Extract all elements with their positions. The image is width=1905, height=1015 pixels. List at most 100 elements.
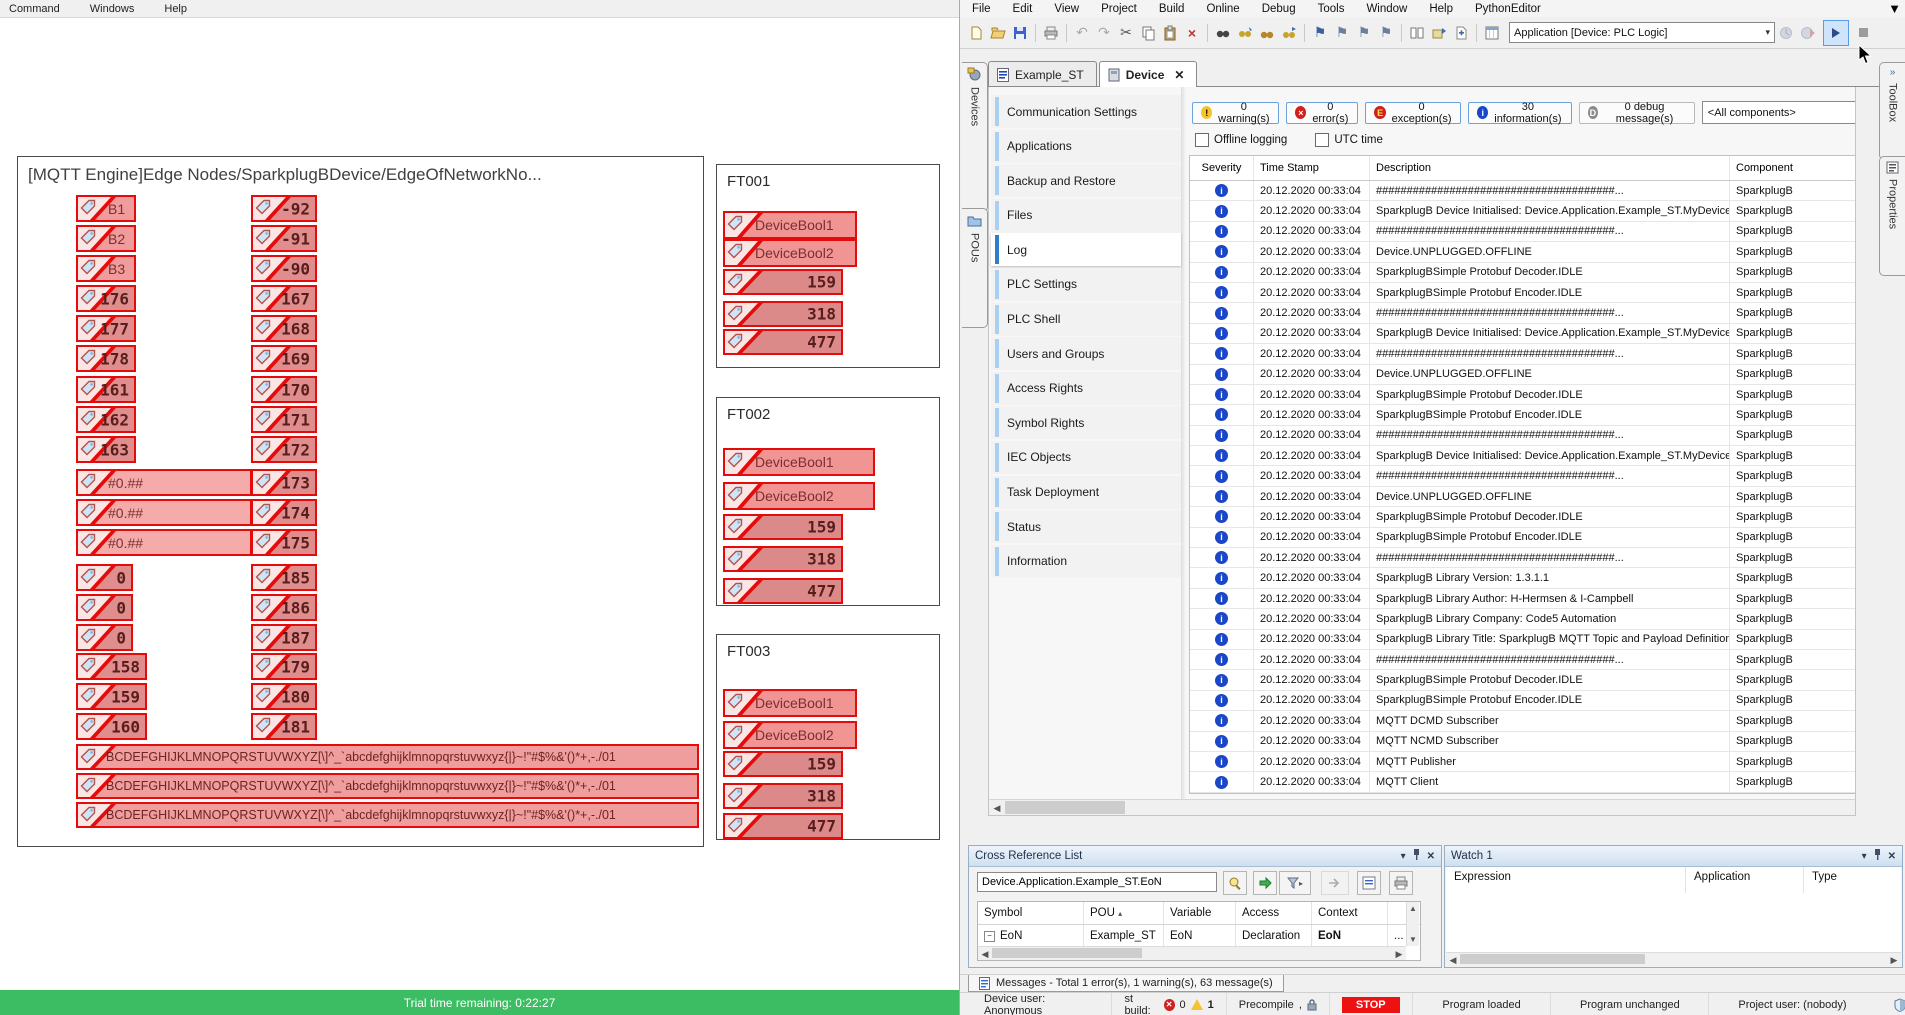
col-expression[interactable]: Expression	[1446, 867, 1686, 893]
copy-icon[interactable]	[1138, 23, 1158, 43]
sidebar-item-iec-objects[interactable]: IEC Objects	[991, 441, 1181, 474]
crossref-titlebar[interactable]: Cross Reference List ▾ ✕	[969, 846, 1441, 867]
exception-filter-button[interactable]: E0 exception(s)	[1365, 102, 1461, 124]
dock-tab-devices[interactable]: Devices	[962, 62, 988, 212]
dock-tab-properties[interactable]: Properties	[1879, 156, 1905, 276]
collapse-icon[interactable]: −	[984, 931, 995, 942]
log-row[interactable]: i 20.12.2020 00:33:04 MQTT DCMD Subscrib…	[1190, 711, 1856, 731]
close-icon[interactable]: ✕	[1888, 851, 1896, 862]
new-file-icon[interactable]	[966, 23, 986, 43]
info-filter-button[interactable]: i30 information(s)	[1468, 102, 1571, 124]
ide-menu-item[interactable]: File	[972, 3, 991, 15]
ide-menu-item[interactable]: Edit	[1013, 3, 1033, 15]
compare-icon[interactable]	[1407, 23, 1427, 43]
sidebar-item-status[interactable]: Status	[991, 510, 1181, 543]
log-row[interactable]: i 20.12.2020 00:33:04 Device.UNPLUGGED.O…	[1190, 242, 1856, 262]
scrollbar-thumb[interactable]	[1460, 954, 1645, 964]
watch-titlebar[interactable]: Watch 1 ▾ ✕	[1445, 846, 1902, 867]
paste-icon[interactable]	[1160, 23, 1180, 43]
crossref-search-input[interactable]	[977, 872, 1217, 892]
log-row[interactable]: i 20.12.2020 00:33:04 MQTT Publisher Spa…	[1190, 752, 1856, 772]
component-filter-combo[interactable]: <All components> ▾	[1702, 101, 1856, 124]
sidebar-item-plc-shell[interactable]: PLC Shell	[991, 303, 1181, 336]
ide-menu-item[interactable]: Tools	[1318, 3, 1345, 15]
col-variable[interactable]: Variable	[1164, 902, 1236, 924]
log-row[interactable]: i 20.12.2020 00:33:04 SparkplugBSimple P…	[1190, 528, 1856, 548]
panel-menu-icon[interactable]: ▾	[1401, 851, 1406, 862]
debug-filter-button[interactable]: D0 debug message(s)	[1579, 102, 1695, 124]
goto-definition-button[interactable]	[1321, 871, 1349, 895]
sidebar-item-log[interactable]: Log	[991, 233, 1181, 266]
scroll-right-icon[interactable]: ▶	[1887, 953, 1901, 967]
log-row[interactable]: i 20.12.2020 00:33:04 ##################…	[1190, 303, 1856, 323]
login-icon[interactable]	[1776, 23, 1796, 43]
close-icon[interactable]: ✕	[1427, 851, 1435, 862]
checkbox-box[interactable]	[1315, 133, 1329, 147]
crossref-vertical-scrollbar[interactable]: ▲▼	[1406, 902, 1419, 946]
utc-time-checkbox[interactable]: UTC time	[1315, 133, 1383, 147]
log-row[interactable]: i 20.12.2020 00:33:04 SparkplugB Device …	[1190, 201, 1856, 221]
log-row[interactable]: i 20.12.2020 00:33:04 Device.UNPLUGGED.O…	[1190, 487, 1856, 507]
col-type[interactable]: Type	[1804, 867, 1901, 893]
redo-icon[interactable]: ↷	[1094, 23, 1114, 43]
sidebar-item-plc-settings[interactable]: PLC Settings	[991, 268, 1181, 301]
log-row[interactable]: i 20.12.2020 00:33:04 ##################…	[1190, 466, 1856, 486]
find-icon[interactable]	[1213, 23, 1233, 43]
undo-icon[interactable]: ↶	[1072, 23, 1092, 43]
pin-icon[interactable]	[1873, 849, 1882, 863]
col-application[interactable]: Application	[1686, 867, 1804, 893]
add-object-icon[interactable]	[1451, 23, 1471, 43]
log-row[interactable]: i 20.12.2020 00:33:04 SparkplugBSimple P…	[1190, 385, 1856, 405]
hmi-menu-item[interactable]: Command	[9, 3, 60, 15]
ide-menu-item[interactable]: Project	[1101, 3, 1137, 15]
logout-icon[interactable]	[1798, 23, 1818, 43]
col-component[interactable]: Component	[1730, 156, 1856, 180]
stop-button[interactable]	[1853, 23, 1873, 43]
log-row[interactable]: i 20.12.2020 00:33:04 Device.UNPLUGGED.O…	[1190, 365, 1856, 385]
sidebar-item-access-rights[interactable]: Access Rights	[991, 372, 1181, 405]
delete-icon[interactable]: ×	[1182, 23, 1202, 43]
warning-filter-button[interactable]: !0 warning(s)	[1192, 102, 1279, 124]
search-button[interactable]	[1223, 871, 1247, 895]
open-folder-icon[interactable]	[988, 23, 1008, 43]
log-row[interactable]: i 20.12.2020 00:33:04 MQTT NCMD Subscrib…	[1190, 732, 1856, 752]
panel-menu-icon[interactable]: ▾	[1862, 851, 1867, 862]
active-application-combo[interactable]: Application [Device: PLC Logic] ▾	[1509, 22, 1775, 43]
ide-menu-item[interactable]: Window	[1366, 3, 1407, 15]
print-icon[interactable]	[1041, 23, 1061, 43]
dock-tab-toolbox[interactable]: » ToolBox	[1879, 62, 1905, 160]
ide-menu-item[interactable]: Online	[1206, 3, 1239, 15]
log-row[interactable]: i 20.12.2020 00:33:04 SparkplugB Library…	[1190, 609, 1856, 629]
sidebar-item-symbol-rights[interactable]: Symbol Rights	[991, 406, 1181, 439]
cut-icon[interactable]: ✂	[1116, 23, 1136, 43]
col-timestamp[interactable]: Time Stamp	[1254, 156, 1370, 180]
log-row[interactable]: i 20.12.2020 00:33:04 ##################…	[1190, 344, 1856, 364]
log-row[interactable]: i 20.12.2020 00:33:04 ##################…	[1190, 181, 1856, 201]
log-row[interactable]: i 20.12.2020 00:33:04 SparkplugB Device …	[1190, 324, 1856, 344]
bookmark-icon[interactable]: ⚑	[1310, 23, 1330, 43]
sidebar-item-task-deployment[interactable]: Task Deployment	[991, 476, 1181, 509]
window-corner-icon[interactable]: ▼	[1888, 1, 1901, 16]
col-pou[interactable]: POU ▴	[1084, 902, 1164, 924]
log-row[interactable]: i 20.12.2020 00:33:04 SparkplugB Library…	[1190, 568, 1856, 588]
scroll-left-icon[interactable]: ◀	[990, 801, 1004, 815]
hmi-menu-item[interactable]: Help	[164, 3, 187, 15]
log-horizontal-scrollbar[interactable]: ◀ ▶	[989, 799, 1856, 816]
error-filter-button[interactable]: ×0 error(s)	[1286, 102, 1358, 124]
log-row[interactable]: i 20.12.2020 00:33:04 ##################…	[1190, 222, 1856, 242]
expand-collapse-button[interactable]	[1357, 871, 1381, 895]
combo-dropdown-icon[interactable]: ▾	[1765, 27, 1770, 38]
crossref-horizontal-scrollbar[interactable]: ◀ ▶	[978, 946, 1406, 960]
log-row[interactable]: i 20.12.2020 00:33:04 SparkplugB Library…	[1190, 589, 1856, 609]
incremental-search-icon[interactable]	[1235, 23, 1255, 43]
pin-icon[interactable]	[1412, 849, 1421, 863]
log-row[interactable]: i 20.12.2020 00:33:04 ##################…	[1190, 650, 1856, 670]
log-row[interactable]: i 20.12.2020 00:33:04 SparkplugBSimple P…	[1190, 670, 1856, 690]
tab-example-st[interactable]: Example_ST	[988, 61, 1097, 87]
col-context[interactable]: Context	[1312, 902, 1388, 924]
scroll-left-icon[interactable]: ◀	[978, 947, 992, 961]
find-in-project-icon[interactable]	[1257, 23, 1277, 43]
log-row[interactable]: i 20.12.2020 00:33:04 SparkplugBSimple P…	[1190, 283, 1856, 303]
sidebar-item-communication-settings[interactable]: Communication Settings	[991, 95, 1181, 128]
log-row[interactable]: i 20.12.2020 00:33:04 ##################…	[1190, 548, 1856, 568]
